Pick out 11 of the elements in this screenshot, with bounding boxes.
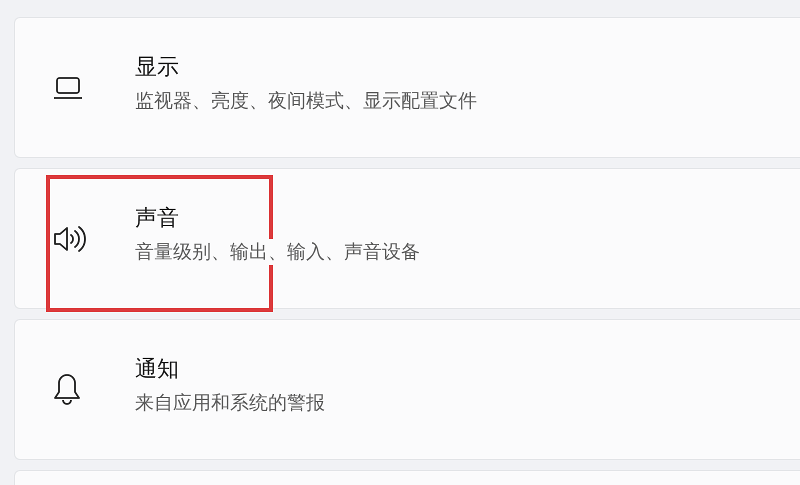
item-description: 音量级别、输出、输入、声音设备 xyxy=(135,238,420,264)
settings-card[interactable]: 通知 来自应用和系统的警报 xyxy=(14,319,800,460)
monitor-icon xyxy=(53,74,83,100)
bell-icon xyxy=(53,372,81,406)
item-title: 通知 xyxy=(135,356,180,384)
item-title: 显示 xyxy=(135,54,180,82)
settings-card[interactable]: 显示 监视器、亮度、夜间模式、显示配置文件 xyxy=(14,17,800,158)
settings-card[interactable] xyxy=(14,470,800,485)
speaker-icon xyxy=(53,224,87,254)
item-title: 声音 xyxy=(135,204,180,232)
settings-card[interactable]: 声音 音量级别、输出、输入、声音设备 xyxy=(14,168,800,309)
